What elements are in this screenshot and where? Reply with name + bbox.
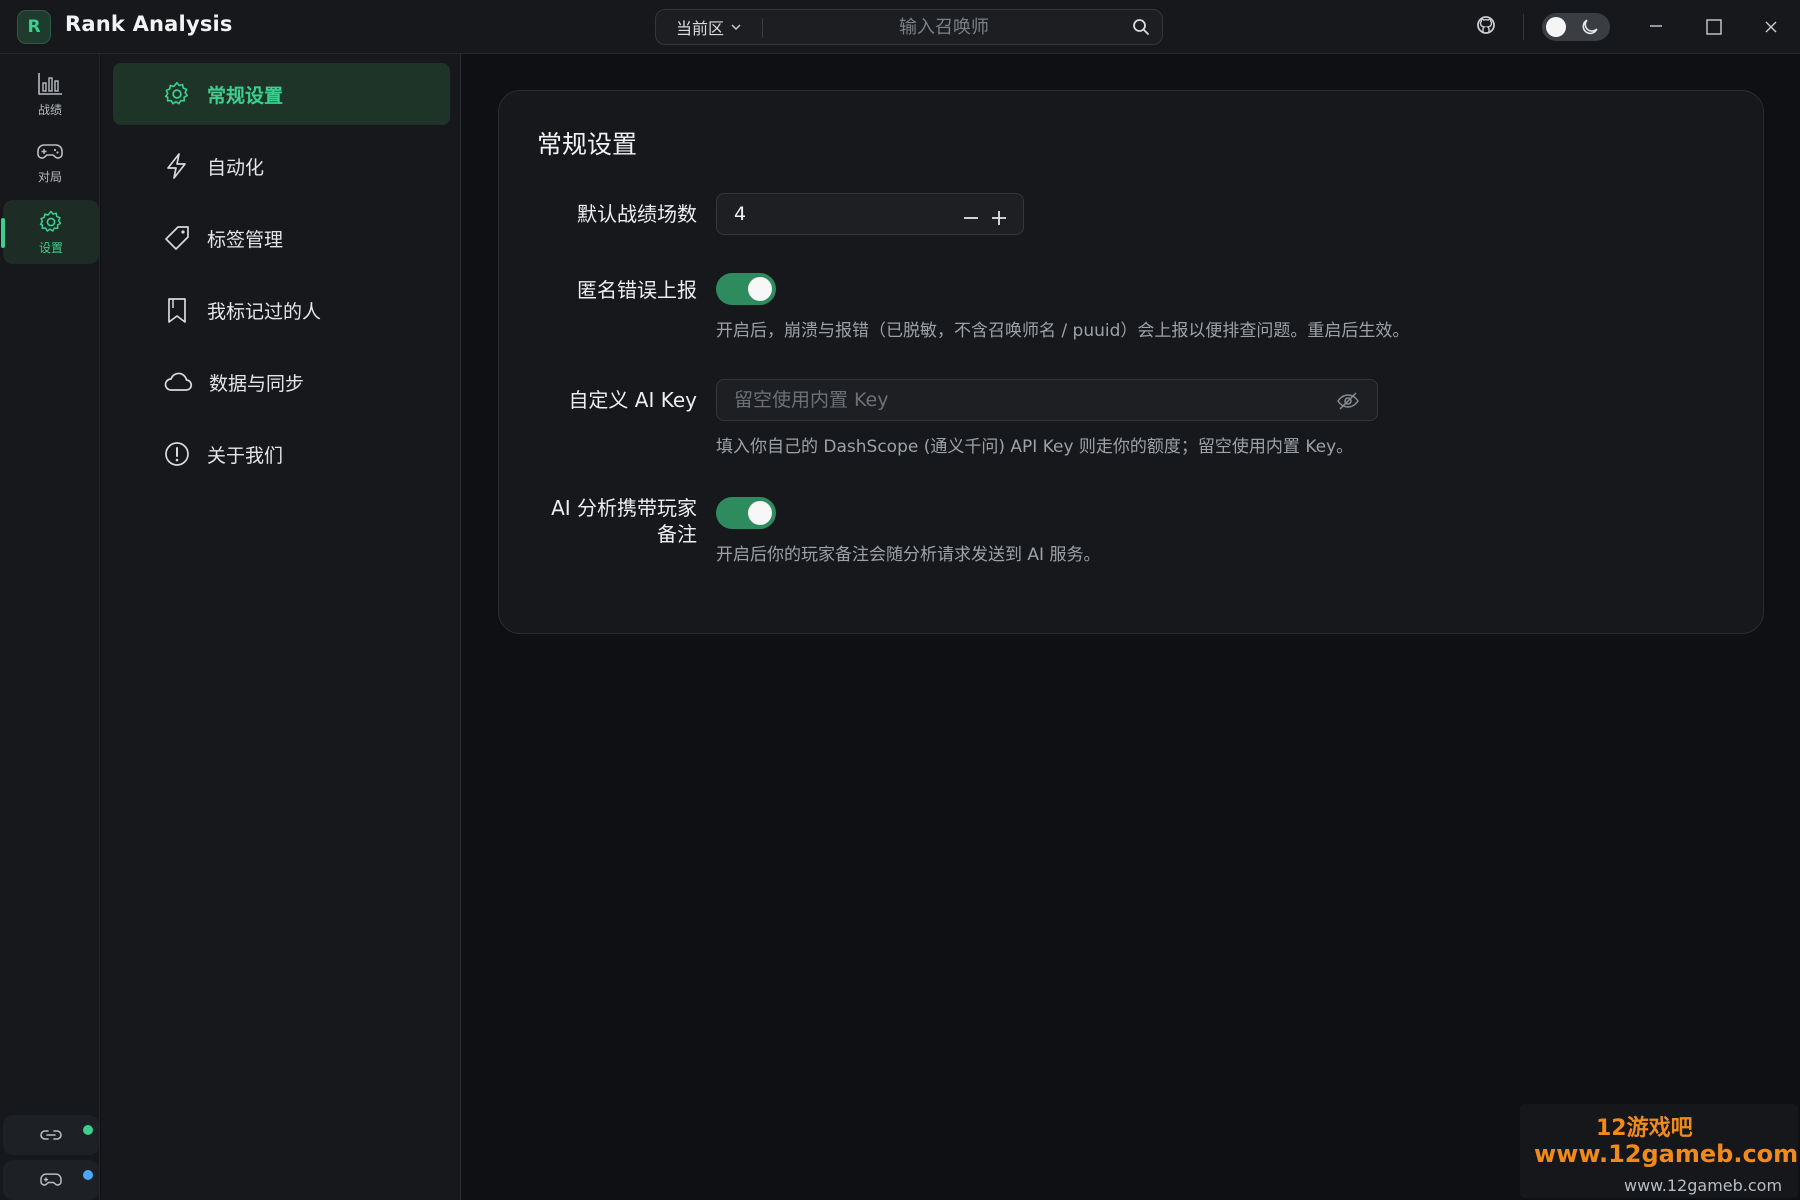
bookmark-icon	[163, 296, 191, 324]
nav-item-label: 自动化	[207, 156, 265, 179]
region-label: 当前区	[676, 19, 725, 38]
github-icon[interactable]	[1475, 14, 1497, 36]
moon-icon	[1580, 17, 1600, 37]
title-bar: R Rank Analysis 当前区	[0, 0, 1800, 54]
summoner-search-box: 当前区	[655, 9, 1163, 45]
ai-key-field[interactable]	[716, 379, 1378, 421]
rail-item-label: 战绩	[37, 102, 62, 117]
ai-key-label: 自定义 AI Key	[568, 388, 697, 412]
maximize-icon[interactable]	[1705, 18, 1723, 36]
search-divider	[762, 18, 763, 38]
app-title: Rank Analysis	[65, 12, 233, 36]
nav-item-label: 我标记过的人	[207, 300, 322, 323]
gear-icon	[163, 80, 191, 108]
nav-item-general[interactable]: 常规设置	[113, 63, 450, 125]
search-icon[interactable]	[1132, 18, 1150, 36]
ai-key-help: 填入你自己的 DashScope (通义千问) API Key 则走你的额度；留…	[716, 437, 1354, 457]
switch-knob	[748, 277, 772, 301]
ai-key-input[interactable]	[717, 380, 1317, 420]
nav-item-label: 标签管理	[207, 228, 284, 251]
gear-icon	[38, 209, 64, 235]
ai-notes-label: AI 分析携带玩家 备注	[519, 495, 697, 547]
ai-notes-label-line1: AI 分析携带玩家	[551, 496, 697, 520]
gamepad-icon	[36, 140, 64, 164]
status-dot	[83, 1170, 93, 1180]
cloud-icon	[163, 368, 193, 396]
watermark-line2: www.12gameb.com	[1534, 1140, 1799, 1168]
lightning-icon	[163, 152, 191, 180]
nav-item-label: 数据与同步	[209, 372, 305, 395]
connection-status-button[interactable]	[3, 1115, 99, 1155]
nav-item-label: 常规设置	[207, 84, 284, 107]
anon-report-label: 匿名错误上报	[577, 278, 697, 302]
watermark-line1: 12游戏吧	[1596, 1116, 1693, 1141]
titlebar-separator	[1523, 14, 1524, 40]
default-matches-stepper[interactable]: 4	[716, 193, 1024, 235]
link-icon	[39, 1128, 63, 1142]
page-title: 常规设置	[537, 130, 638, 159]
nav-item-automation[interactable]: 自动化	[113, 135, 450, 197]
rail-item-settings[interactable]: 设置	[1, 200, 99, 264]
icon-rail: 战绩 对局 设置	[0, 54, 100, 1200]
summoner-search-input[interactable]	[764, 10, 1124, 44]
status-dot	[83, 1125, 93, 1135]
info-icon	[163, 440, 191, 468]
general-settings-card: 常规设置 默认战绩场数 4 匿名错误上报 开启后，崩溃与报错（已脱敏，不含召唤师…	[498, 90, 1764, 634]
theme-toggle[interactable]	[1542, 13, 1610, 41]
anon-report-help: 开启后，崩溃与报错（已脱敏，不含召唤师名 / puuid）会上报以便排查问题。重…	[716, 321, 1410, 341]
chevron-down-icon	[730, 21, 742, 33]
watermark-sub: www.12gameb.com	[1624, 1176, 1783, 1195]
rail-item-label: 对局	[37, 169, 62, 184]
nav-item-data-sync[interactable]: 数据与同步	[113, 351, 450, 413]
region-dropdown[interactable]: 当前区	[676, 10, 742, 44]
eye-off-icon[interactable]	[1336, 390, 1360, 412]
close-icon[interactable]	[1763, 19, 1779, 35]
nav-item-label: 关于我们	[207, 444, 284, 467]
theme-toggle-knob	[1546, 17, 1566, 37]
gamepad-icon	[39, 1170, 63, 1190]
ai-notes-help: 开启后你的玩家备注会随分析请求发送到 AI 服务。	[716, 545, 1101, 565]
nav-item-marked-players[interactable]: 我标记过的人	[113, 279, 450, 341]
bar-chart-icon	[36, 71, 64, 97]
default-matches-label: 默认战绩场数	[577, 202, 697, 226]
app-logo: R	[17, 10, 51, 44]
decrement-button[interactable]	[957, 198, 985, 230]
switch-knob	[748, 501, 772, 525]
ai-notes-switch[interactable]	[716, 497, 776, 529]
rail-item-match[interactable]: 对局	[0, 130, 100, 194]
rail-item-stats[interactable]: 战绩	[0, 62, 100, 126]
stepper-value[interactable]: 4	[734, 203, 746, 225]
settings-nav: 常规设置 自动化 标签管理 我标记过的人 数据与同步 关于我们	[101, 54, 461, 1200]
nav-item-tags[interactable]: 标签管理	[113, 207, 450, 269]
ai-notes-label-line2: 备注	[657, 522, 697, 546]
rail-item-label: 设置	[38, 240, 63, 255]
tag-icon	[163, 224, 191, 252]
anon-report-switch[interactable]	[716, 273, 776, 305]
increment-button[interactable]	[985, 198, 1013, 230]
nav-item-about[interactable]: 关于我们	[113, 423, 450, 485]
watermark: 12游戏吧 www.12gameb.com www.12gameb.com	[1520, 1104, 1798, 1198]
game-status-button[interactable]	[3, 1160, 99, 1200]
minimize-icon[interactable]	[1648, 18, 1664, 34]
